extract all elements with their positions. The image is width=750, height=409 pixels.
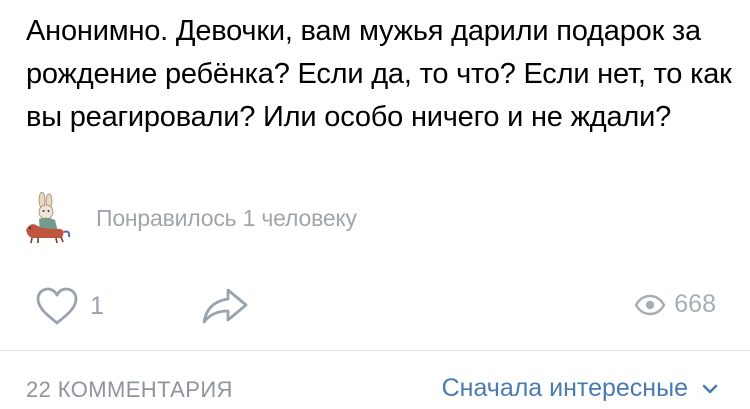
- share-arrow-icon: [202, 288, 248, 324]
- liker-avatar[interactable]: [22, 192, 74, 244]
- heart-icon: [36, 287, 78, 325]
- divider: [0, 350, 750, 351]
- views-count: 668: [674, 290, 716, 318]
- eye-icon: [634, 294, 666, 315]
- sort-label[interactable]: Сначала интересные: [442, 374, 688, 403]
- comments-count: 22 КОММЕНТАРИЯ: [26, 377, 233, 402]
- likes-row[interactable]: Понравилось 1 человеку: [22, 188, 357, 248]
- likes-summary[interactable]: Понравилось 1 человеку: [96, 205, 357, 232]
- like-count: 1: [90, 291, 104, 320]
- comments-sort-select[interactable]: Сначала интересные: [442, 374, 718, 403]
- post-text: Анонимно. Девочки, вам мужья дарили пода…: [26, 15, 732, 133]
- post-actions: 1 668: [0, 280, 750, 332]
- like-button[interactable]: 1: [34, 286, 104, 326]
- chevron-down-icon[interactable]: [702, 384, 718, 394]
- views-counter: 668: [634, 290, 716, 319]
- share-button[interactable]: [200, 286, 250, 326]
